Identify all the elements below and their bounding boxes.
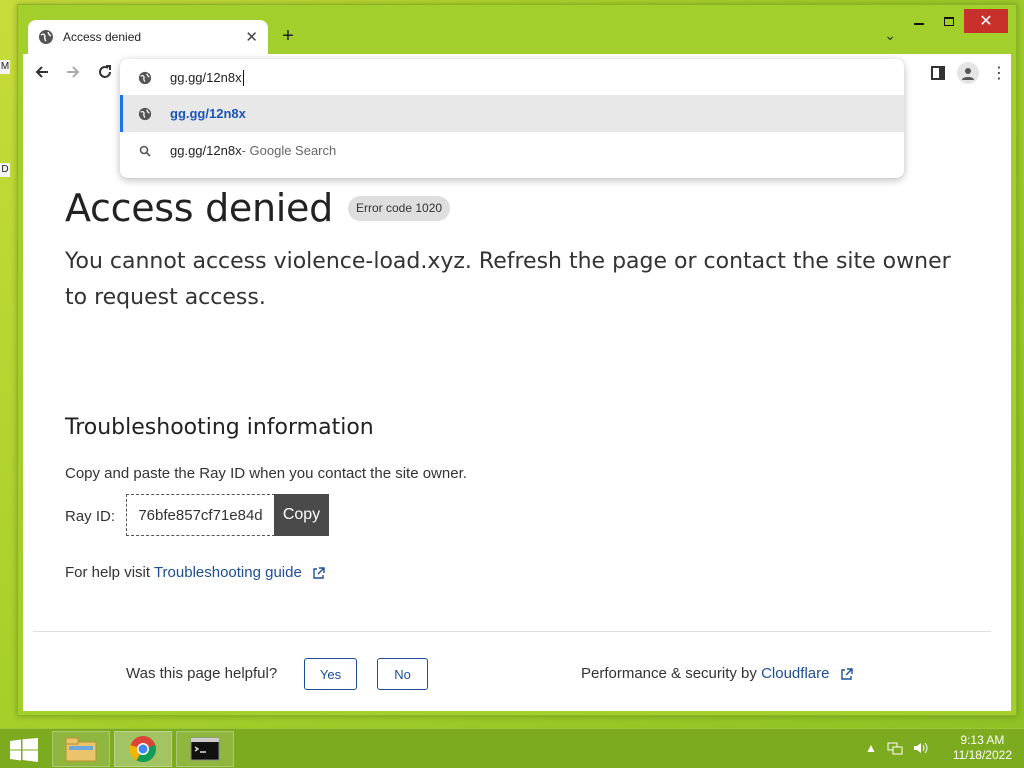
cmd-taskbar-item[interactable] — [176, 731, 234, 767]
reload-button[interactable] — [95, 62, 115, 82]
omnibox-dropdown: gg.gg/12n8x gg.gg/12n8x gg.gg/12n8x - Go… — [120, 59, 904, 178]
browser-window: ✕ Access denied ✕ + ⌄ ⋮ Access denied Er… — [17, 4, 1017, 716]
page-title: Access denied — [65, 186, 333, 230]
globe-icon — [137, 70, 153, 86]
profile-avatar[interactable] — [957, 62, 979, 84]
address-input[interactable]: gg.gg/12n8x — [170, 70, 242, 85]
suggestion-url-text: gg.gg/12n8x — [170, 106, 246, 121]
desktop-icon-m[interactable]: M — [0, 60, 10, 74]
suggestion-search-text: gg.gg/12n8x — [170, 143, 242, 158]
copy-button[interactable]: Copy — [274, 494, 329, 536]
external-link-icon — [313, 566, 325, 579]
network-icon[interactable] — [887, 741, 903, 755]
suggestion-search-suffix: - Google Search — [241, 143, 337, 158]
back-arrow-icon — [35, 66, 48, 78]
forward-button[interactable] — [63, 62, 83, 82]
globe-icon — [39, 30, 53, 44]
perf-prefix: Performance & security by — [581, 665, 762, 682]
system-tray: ▲ 9:13 AM 11/18/2022 — [865, 733, 1012, 763]
troubleshooting-heading: Troubleshooting information — [65, 415, 374, 440]
toolbar-right-tools: ⋮ — [931, 62, 1007, 84]
tab-title: Access denied — [63, 30, 142, 44]
help-line: For help visit Troubleshooting guide — [65, 564, 325, 581]
ray-id-value[interactable]: 76bfe857cf71e84d — [126, 494, 275, 536]
show-hidden-icons-icon[interactable]: ▲ — [865, 741, 877, 755]
text-caret — [242, 69, 244, 86]
tab-access-denied[interactable]: Access denied ✕ — [28, 20, 268, 54]
clock-time: 9:13 AM — [960, 733, 1005, 747]
windows-start-icon[interactable] — [10, 738, 38, 762]
performance-line: Performance & security by Cloudflare — [581, 665, 853, 682]
globe-icon — [137, 106, 153, 122]
menu-kebab-icon[interactable]: ⋮ — [991, 63, 1007, 83]
clock-date: 11/18/2022 — [952, 748, 1012, 762]
page-content: Access denied Error code 1020 You cannot… — [23, 90, 1011, 711]
close-icon: ✕ — [979, 13, 993, 30]
search-icon — [137, 143, 153, 159]
forward-arrow-icon — [67, 66, 80, 78]
reload-icon — [99, 65, 111, 78]
taskbar: ▲ 9:13 AM 11/18/2022 — [0, 728, 1024, 768]
suggestion-search[interactable]: gg.gg/12n8x - Google Search — [120, 132, 904, 169]
maximize-icon — [944, 16, 954, 26]
desktop-icon-d[interactable]: D — [0, 163, 10, 177]
tab-search-chevron-icon[interactable]: ⌄ — [884, 27, 896, 44]
minimize-button[interactable] — [904, 9, 934, 33]
address-bar[interactable]: gg.gg/12n8x — [120, 59, 904, 96]
help-prefix: For help visit — [65, 564, 154, 581]
chrome-icon — [129, 736, 156, 763]
minimize-icon — [914, 23, 924, 25]
tab-close-icon[interactable]: ✕ — [245, 28, 258, 46]
helpful-question: Was this page helpful? — [126, 665, 278, 682]
close-window-button[interactable]: ✕ — [964, 9, 1008, 33]
new-tab-button[interactable]: + — [278, 25, 298, 48]
ray-instruction: Copy and paste the Ray ID when you conta… — [65, 465, 467, 482]
suggestion-url[interactable]: gg.gg/12n8x — [120, 95, 904, 132]
volume-icon[interactable] — [913, 741, 929, 755]
footer-divider — [33, 631, 991, 632]
external-link-icon — [840, 667, 853, 680]
terminal-icon — [190, 737, 220, 761]
error-code-badge: Error code 1020 — [348, 196, 451, 221]
maximize-button[interactable] — [934, 9, 964, 33]
side-panel-icon[interactable] — [931, 66, 945, 80]
troubleshooting-guide-link[interactable]: Troubleshooting guide — [154, 564, 302, 581]
file-explorer-taskbar-item[interactable] — [52, 731, 110, 767]
access-message: You cannot access violence-load.xyz. Ref… — [65, 249, 951, 310]
chrome-taskbar-item[interactable] — [114, 731, 172, 767]
no-button[interactable]: No — [377, 658, 428, 690]
cloudflare-link[interactable]: Cloudflare — [761, 665, 829, 682]
back-button[interactable] — [32, 62, 52, 82]
ray-id-label: Ray ID: — [65, 508, 116, 525]
yes-button[interactable]: Yes — [304, 658, 357, 690]
person-icon — [962, 68, 974, 80]
clock[interactable]: 9:13 AM 11/18/2022 — [953, 733, 1012, 763]
window-controls: ✕ — [904, 9, 1008, 33]
folder-icon — [65, 737, 97, 762]
